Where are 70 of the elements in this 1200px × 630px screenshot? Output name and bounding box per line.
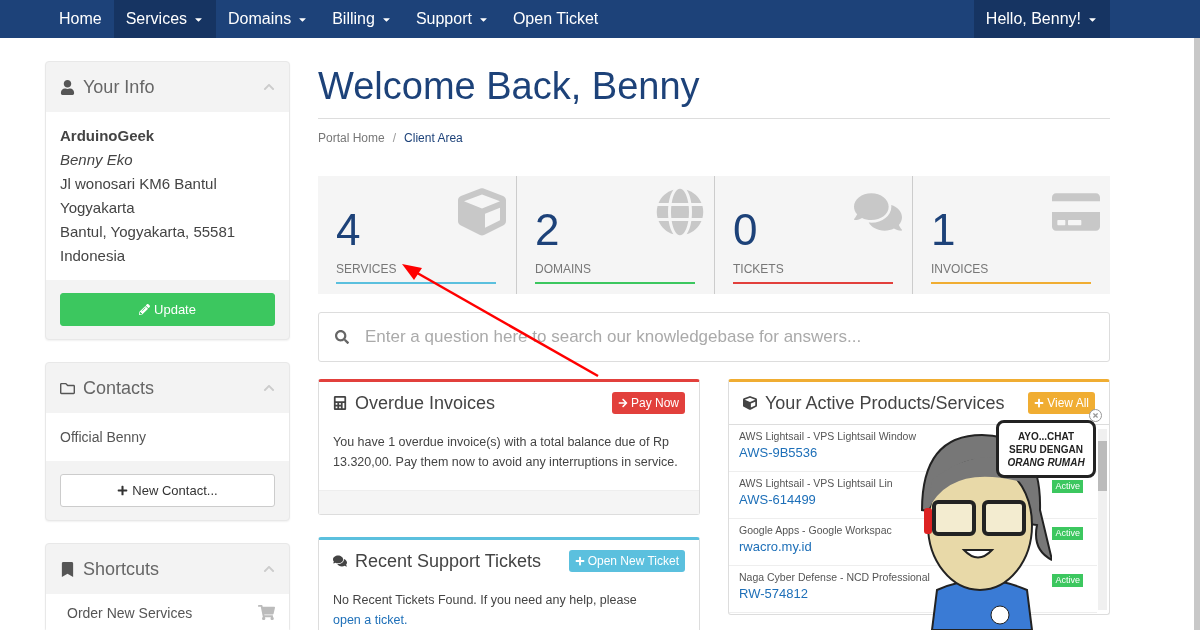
panel-title: Overdue Invoices [355,392,497,414]
bubble-text: ORANG RUMAH [1007,455,1085,469]
stat-label: TICKETS [733,262,784,276]
bookmark-icon [60,561,75,577]
panel-button[interactable]: Pay Now [611,392,685,414]
panel-title: Your Active Products/Services [765,392,1006,414]
page-title: Welcome Back, Benny [318,65,1110,119]
folder-icon [60,380,75,396]
contact-item[interactable]: Official Benny [46,413,289,461]
breadcrumb-link[interactable]: Portal Home [318,131,385,145]
company-name: ArduinoGeek [60,126,156,146]
breadcrumb-separator: / [392,131,397,145]
nav-item[interactable]: Open Ticket [500,0,611,38]
address-line: Yogyakarta [60,198,136,218]
product-name: Google Apps - Google Workspac [739,524,892,536]
panel-title: Your Info [83,76,156,98]
stat-label: DOMAINS [535,262,591,276]
panel-title: Recent Support Tickets [355,550,543,572]
panel-title: Shortcuts [83,558,161,580]
nav-item[interactable]: Billing [320,0,404,38]
chat-bubbles-icon [333,554,347,568]
stat-label: INVOICES [931,262,989,276]
close-icon [1092,412,1099,419]
product-link[interactable]: RW-574812 [739,586,808,601]
stat-count[interactable]: 0 [733,208,758,252]
user-menu[interactable]: Hello, Benny! [973,0,1110,38]
nav-item[interactable]: Home [47,0,114,38]
calculator-icon [333,396,347,410]
product-name: Naga Cyber Defense - NCD Professional [739,571,930,583]
nav-item[interactable]: Support [403,0,501,38]
breadcrumb-link[interactable]: Client Area [404,131,463,145]
cube-icon [743,396,757,410]
stat-count[interactable]: 2 [535,208,560,252]
collapse-icon[interactable] [263,563,275,575]
pencil-icon [139,304,151,315]
bubble-text: SERU DENGAN [1009,442,1083,456]
nav-item[interactable]: Domains [216,0,321,38]
plus-icon [574,556,585,566]
status-badge: Active [1052,480,1083,493]
product-link[interactable]: AWS-9B5536 [739,445,818,460]
address-line: Jl wonosari KM6 Bantul [60,174,218,194]
bubble-text: AYO...CHAT [1017,429,1075,443]
open-ticket-link[interactable]: open a ticket. [333,613,408,627]
search-icon [335,330,349,344]
stat-label: SERVICES [336,262,397,276]
cart-icon [258,604,275,621]
arrow-right-icon [617,398,628,408]
status-badge: Active [1052,574,1083,587]
address-line: Indonesia [60,246,127,266]
panel-text: No Recent Tickets Found. If you need any help, please open a ticket. [332,592,638,629]
nav-item[interactable]: Services [113,0,217,38]
product-link[interactable]: rwacro.my.id [739,539,812,554]
stat-count[interactable]: 4 [336,208,361,252]
product-name: AWS Lightsail - VPS Lightsail Window [739,430,916,442]
collapse-icon[interactable] [263,81,275,93]
new-contact-button[interactable]: New Contact... [60,474,275,507]
status-badge: Active [1052,527,1083,540]
client-name: Benny Eko [60,150,134,170]
address-line: Bantul, Yogyakarta, 55581 [60,222,237,242]
user-icon [60,79,75,95]
panel-text: You have 1 overdue invoice(s) with a total balance due of Rp 13.320,00. Pay them now to avoid any interruptions in service. [332,434,679,471]
collapse-icon[interactable] [263,382,275,394]
product-name: AWS Lightsail - VPS Lightsail Lin [739,477,893,489]
product-link[interactable]: AWS-614499 [739,492,816,507]
panel-title: Contacts [83,377,156,399]
plus-icon [1034,398,1045,408]
globe-icon [656,188,704,236]
plus-icon [117,485,129,496]
cube-icon [458,188,506,236]
stat-count[interactable]: 1 [931,208,956,252]
